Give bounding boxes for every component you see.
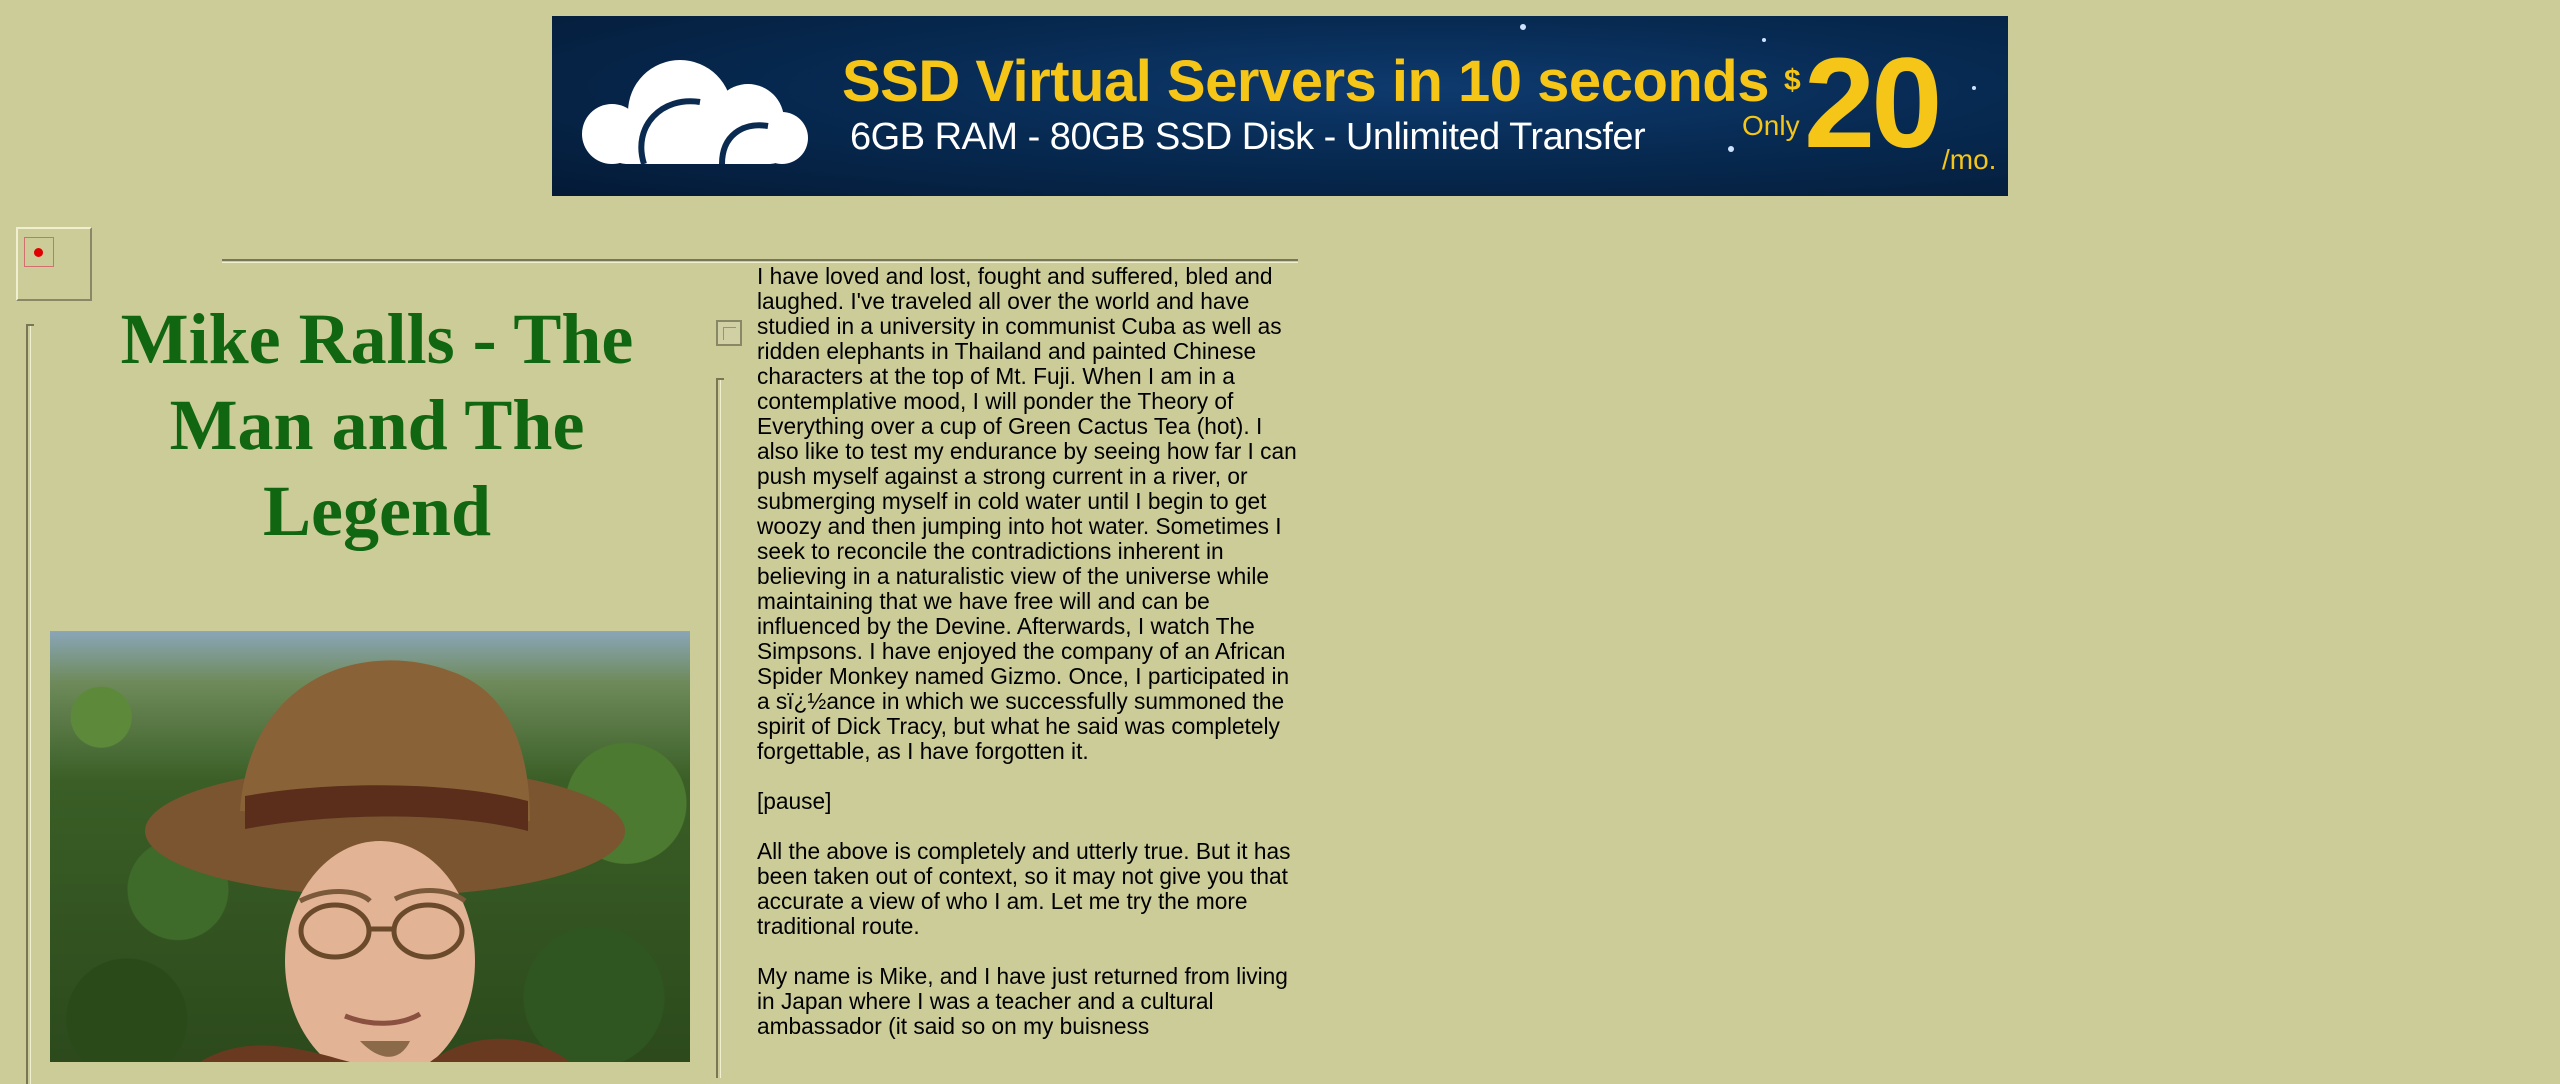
ad-banner[interactable]: SSD Virtual Servers in 10 seconds 6GB RA… [552, 16, 2008, 196]
portrait-illustration [145, 660, 625, 1062]
bio-paragraph: I have loved and lost, fought and suffer… [757, 263, 1297, 764]
middle-frame-border [716, 378, 724, 1078]
page-title: Mike Ralls - The Man and The Legend [120, 299, 634, 551]
banner-subline: 6GB RAM - 80GB SSD Disk - Unlimited Tran… [850, 116, 1646, 158]
bio-text: I have loved and lost, fought and suffer… [757, 264, 1305, 1064]
bio-paragraph: All the above is completely and utterly … [757, 838, 1291, 939]
portrait-photo [50, 631, 690, 1062]
placeholder-image-icon [716, 320, 742, 346]
left-frame-border [26, 324, 34, 1084]
banner-only-label: Only [1742, 110, 1800, 141]
banner-currency: $ [1784, 64, 1801, 97]
bio-paragraph: [pause] [757, 788, 832, 814]
broken-image-dot [34, 248, 43, 257]
banner-price: 20 [1804, 32, 1942, 175]
banner-period: /mo. [1942, 144, 1997, 175]
bio-paragraph: My name is Mike, and I have just returne… [757, 963, 1288, 1039]
broken-image-icon [16, 227, 92, 301]
banner-headline: SSD Virtual Servers in 10 seconds [842, 49, 1770, 114]
cloud-icon [582, 60, 808, 165]
